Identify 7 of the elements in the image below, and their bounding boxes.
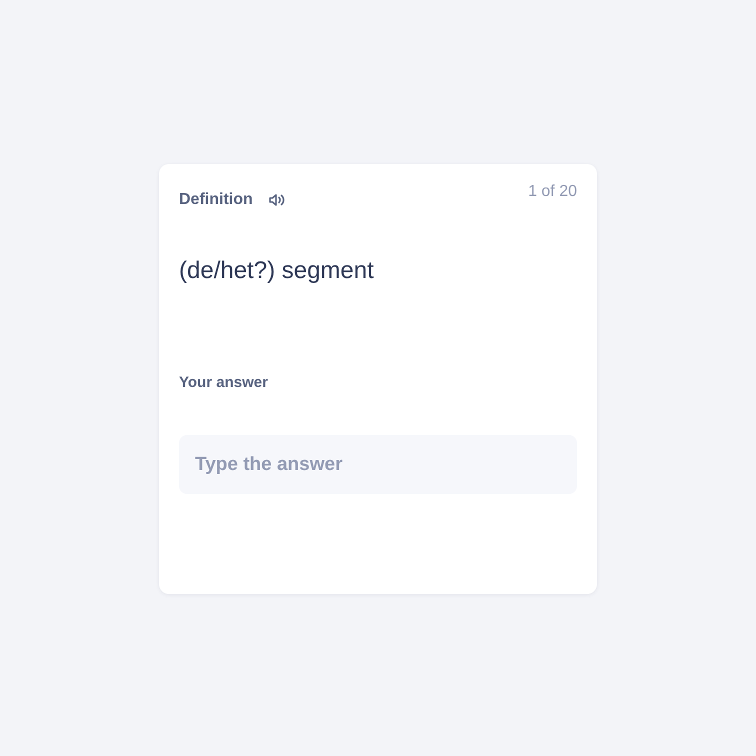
progress-counter: 1 of 20: [528, 182, 577, 202]
term-text: (de/het?) segment: [179, 256, 375, 286]
answer-field[interactable]: Type the answer: [179, 435, 577, 494]
answer-label: Your answer: [179, 373, 268, 393]
section-label: Definition: [179, 190, 253, 210]
audio-button[interactable]: [268, 192, 285, 208]
speaker-icon: [268, 193, 285, 207]
